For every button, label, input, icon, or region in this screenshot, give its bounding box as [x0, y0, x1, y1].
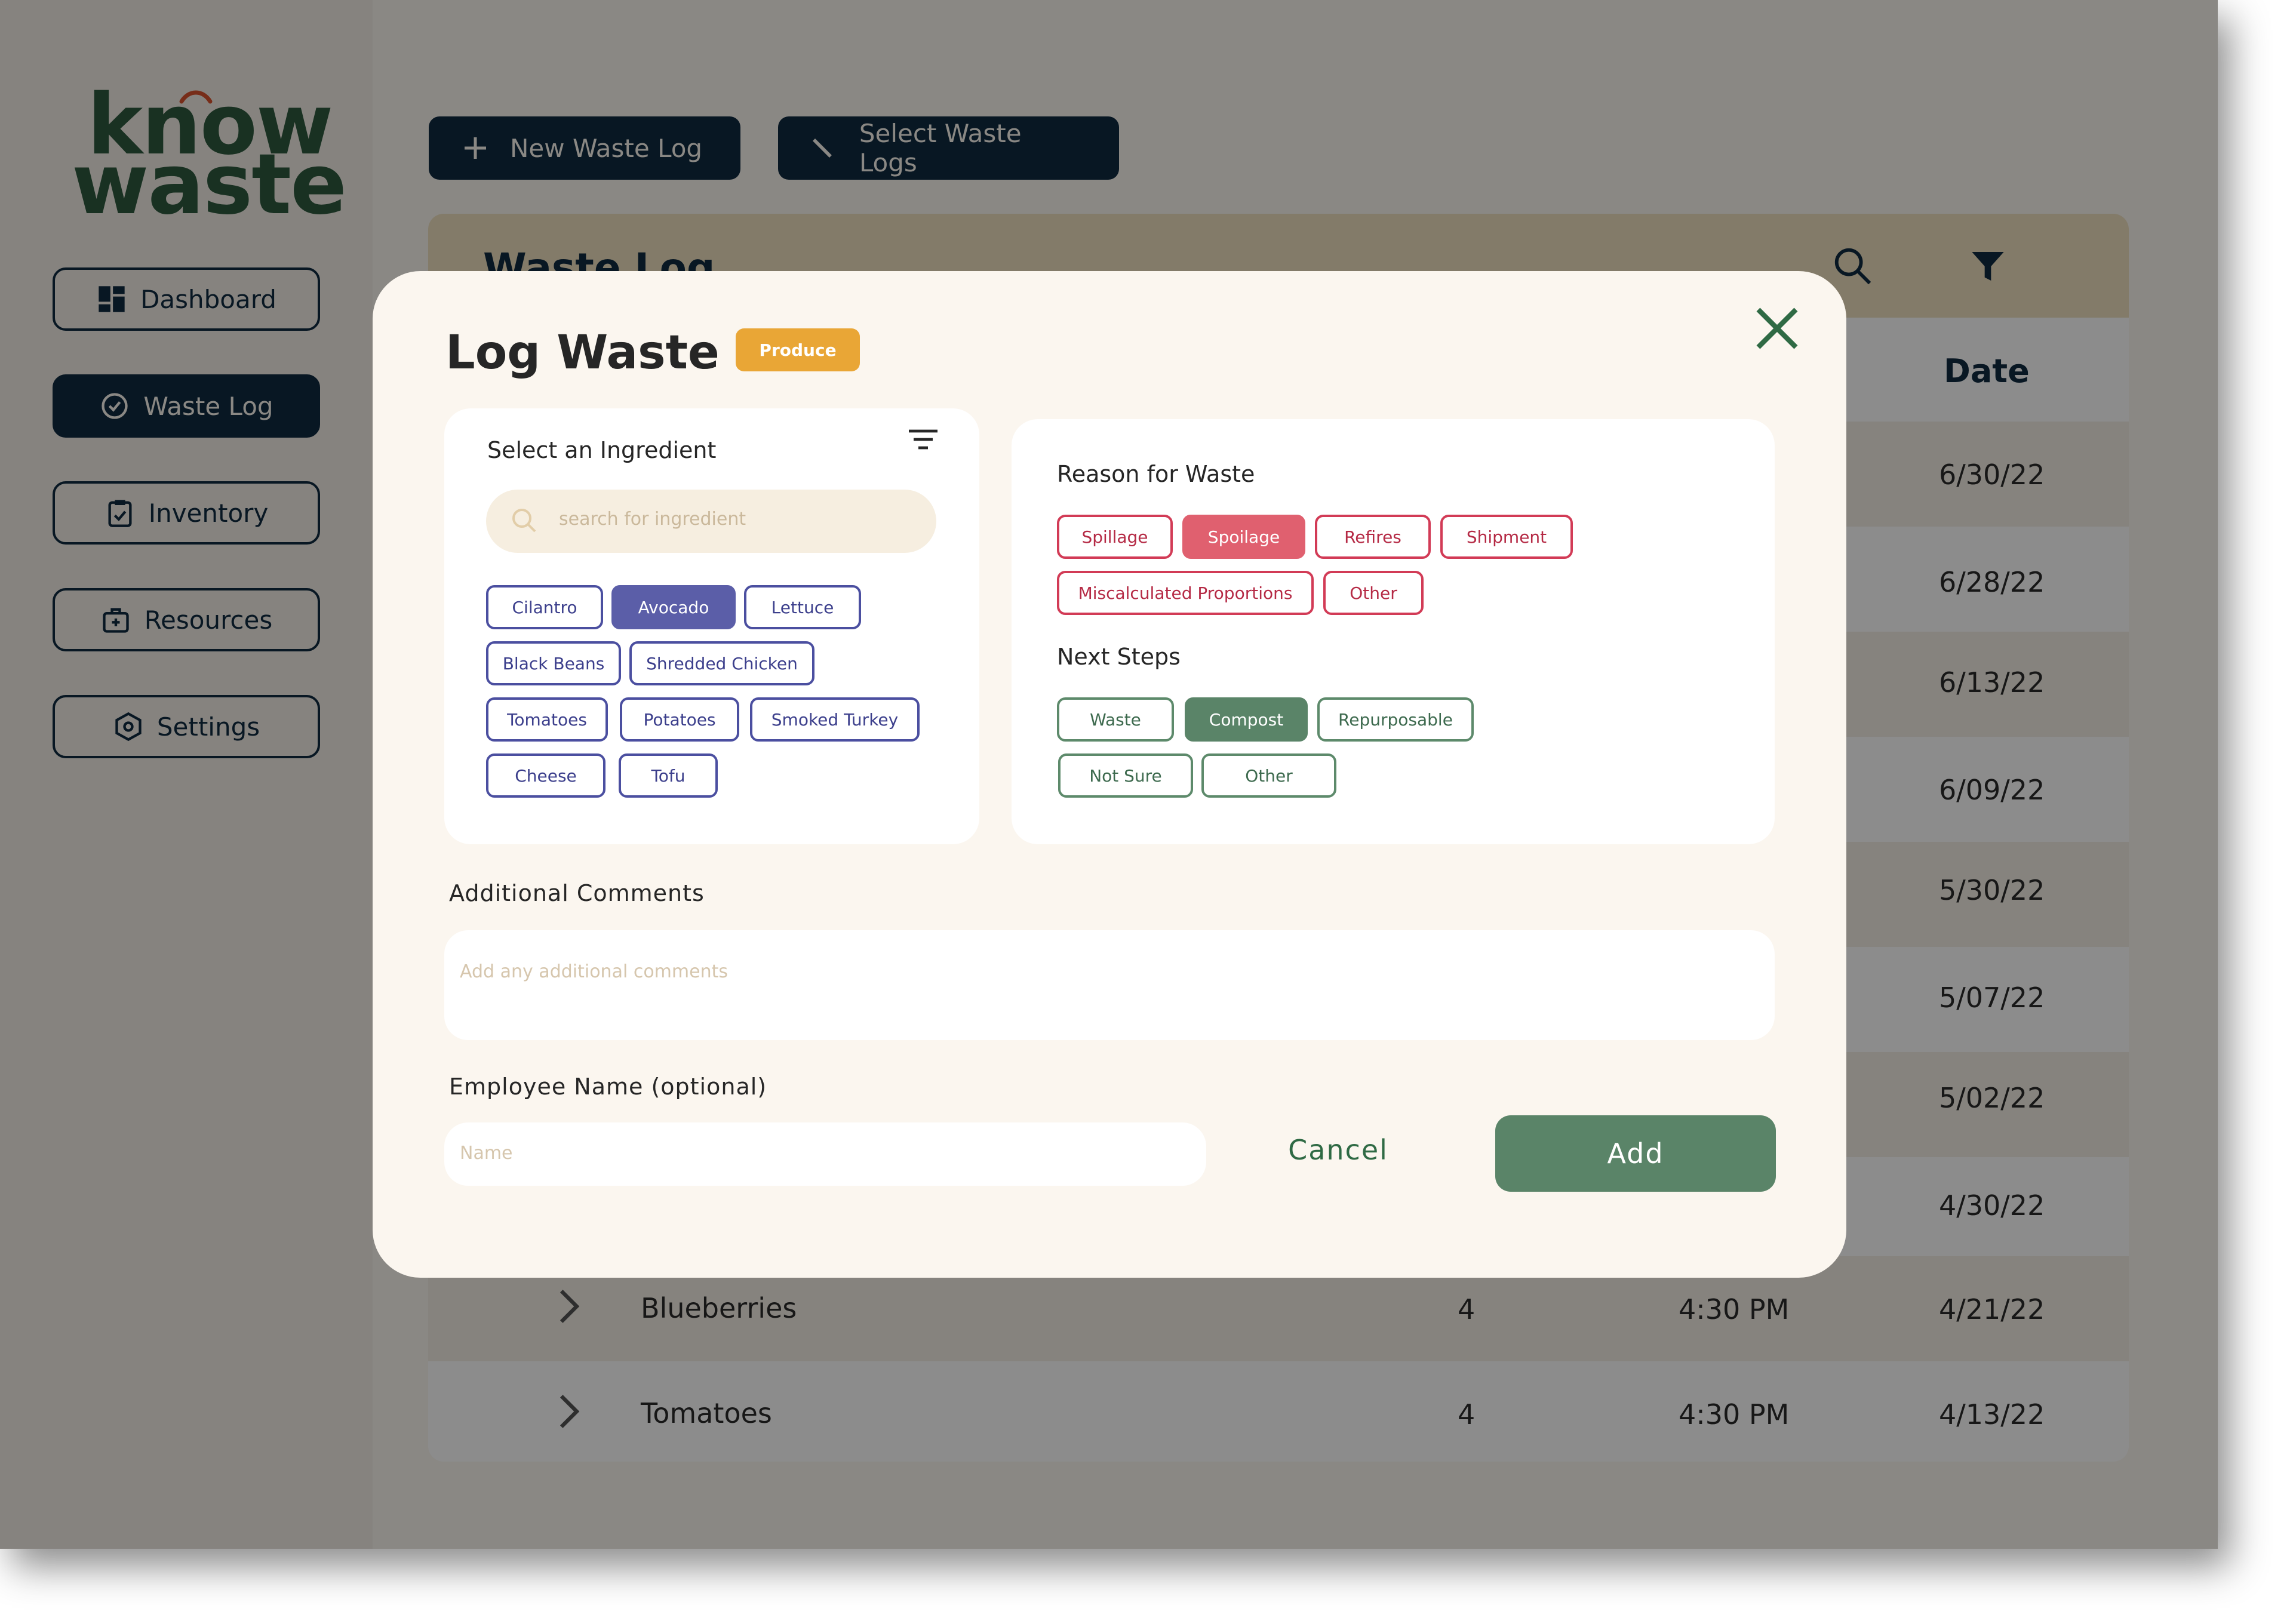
ingredient-chip-tomatoes[interactable]: Tomatoes	[486, 697, 608, 742]
ingredient-chip-black-beans[interactable]: Black Beans	[486, 641, 621, 685]
ingredient-chip-shredded-chicken[interactable]: Shredded Chicken	[629, 641, 814, 685]
reason-label: Reason for Waste	[1057, 461, 1255, 487]
log-waste-modal: Log Waste Produce Select an Ingredient s…	[373, 271, 1846, 1278]
modal-title: Log Waste	[445, 326, 720, 380]
ingredient-chip-avocado[interactable]: Avocado	[611, 585, 736, 629]
ingredient-chip-potatoes[interactable]: Potatoes	[620, 697, 739, 742]
next-step-chip-other[interactable]: Other	[1201, 753, 1336, 798]
reason-chip-other[interactable]: Other	[1323, 571, 1424, 615]
employee-name-placeholder: Name	[460, 1143, 513, 1164]
category-badge: Produce	[736, 328, 860, 371]
search-icon	[512, 509, 536, 533]
close-icon[interactable]	[1752, 303, 1802, 353]
next-step-chip-repurposable[interactable]: Repurposable	[1317, 697, 1474, 742]
ingredient-chip-lettuce[interactable]: Lettuce	[744, 585, 861, 629]
reason-chip-miscalculated-proportions[interactable]: Miscalculated Proportions	[1057, 571, 1314, 615]
next-step-chip-waste[interactable]: Waste	[1057, 697, 1174, 742]
ingredient-chip-cheese[interactable]: Cheese	[486, 753, 605, 798]
ingredient-search-input[interactable]: search for ingredient	[486, 490, 936, 553]
next-steps-label: Next Steps	[1057, 644, 1181, 670]
add-button[interactable]: Add	[1495, 1115, 1776, 1192]
cancel-button[interactable]: Cancel	[1275, 1127, 1401, 1173]
comments-placeholder: Add any additional comments	[460, 961, 728, 982]
ingredient-label: Select an Ingredient	[487, 437, 717, 463]
ingredient-chip-cilantro[interactable]: Cilantro	[486, 585, 603, 629]
comments-label: Additional Comments	[449, 880, 705, 906]
ingredient-chip-smoked-turkey[interactable]: Smoked Turkey	[750, 697, 920, 742]
employee-name-label: Employee Name (optional)	[449, 1074, 767, 1100]
comments-textarea[interactable]: Add any additional comments	[444, 930, 1775, 1040]
reason-panel: Reason for Waste Spillage Spoilage Refir…	[1012, 419, 1775, 844]
reason-chip-shipment[interactable]: Shipment	[1440, 515, 1573, 559]
next-step-chip-not-sure[interactable]: Not Sure	[1058, 753, 1193, 798]
search-placeholder: search for ingredient	[559, 509, 746, 530]
reason-chip-spoilage[interactable]: Spoilage	[1182, 515, 1305, 559]
ingredient-panel: Select an Ingredient search for ingredie…	[444, 408, 979, 844]
reason-chip-refires[interactable]: Refires	[1315, 515, 1431, 559]
ingredient-chip-tofu[interactable]: Tofu	[619, 753, 718, 798]
app-window: know waste Dashboard Waste Log Inventory…	[0, 0, 2218, 1549]
employee-name-input[interactable]: Name	[444, 1122, 1206, 1186]
reason-chip-spillage[interactable]: Spillage	[1057, 515, 1173, 559]
filter-lines-icon[interactable]	[908, 427, 939, 451]
next-step-chip-compost[interactable]: Compost	[1185, 697, 1308, 742]
